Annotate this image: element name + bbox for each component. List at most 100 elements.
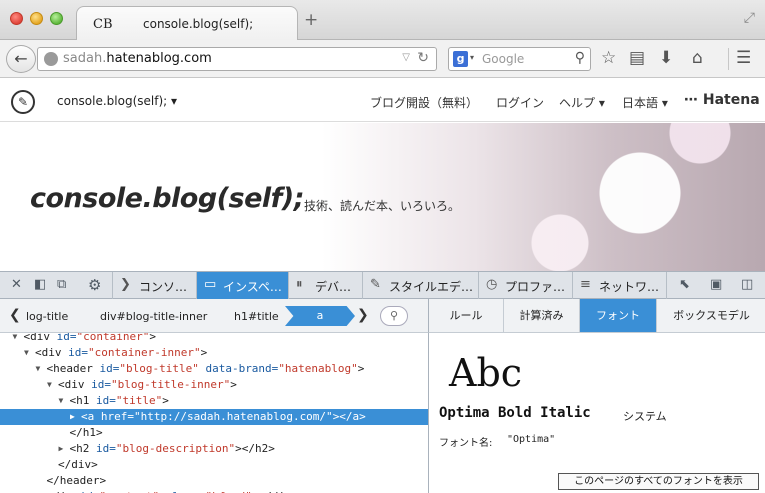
tab-debugger[interactable]: ⏸ デバ… (288, 272, 362, 299)
tree-row[interactable]: </div> (0, 457, 428, 473)
tree-row[interactable]: </h1> (0, 425, 428, 441)
hatena-header: ✎ console.blog(self); ▾ ブログ開設（無料） ログイン ヘ… (0, 79, 765, 122)
zoom-window-button[interactable] (50, 12, 63, 25)
tab-network[interactable]: ≡ ネットワ… (572, 272, 666, 299)
scratchpad-icon[interactable]: ◫ (741, 277, 753, 292)
menu-open-blog[interactable]: ブログ開設（無料） (370, 94, 478, 111)
back-arrow-icon: ← (14, 49, 28, 68)
markup-token: id= (68, 346, 88, 359)
tree-row[interactable]: ▼ <div id="container-inner"> (0, 345, 428, 361)
markup-token: "title" (115, 394, 163, 407)
browser-tab[interactable]: CB console.blog(self); (76, 6, 298, 41)
tree-row[interactable]: ▼ <div id="blog-title-inner"> (0, 377, 428, 393)
markup-token: <div (23, 333, 57, 343)
markup-token: <div (35, 346, 69, 359)
expand-toggle-icon[interactable]: ▼ (36, 361, 41, 377)
tree-node-markup: <a href="http://sadah.hatenablog.com/"><… (81, 409, 366, 425)
markup-token: > (149, 333, 156, 343)
breadcrumb: ❮ log-title div#blog-title-inner h1#titl… (0, 299, 428, 333)
bookmarks-list-icon[interactable]: ▤ (629, 49, 645, 67)
downloads-icon[interactable]: ⬇ (659, 49, 673, 67)
breadcrumb-item[interactable]: log-title (26, 310, 68, 323)
search-icon[interactable]: ⚲ (575, 50, 585, 66)
expand-toggle-icon[interactable]: ▶ (36, 489, 41, 493)
reload-icon[interactable]: ↻ (417, 50, 429, 66)
search-bar[interactable]: g ▾ Google ⚲ (448, 47, 591, 71)
breadcrumb-item-active[interactable]: a (285, 306, 355, 326)
markup-token: <header (46, 362, 100, 375)
tree-row-selected[interactable]: ▶ <a href="http://sadah.hatenablog.com/">… (0, 409, 428, 425)
markup-token: <h1 (69, 394, 96, 407)
breadcrumb-item[interactable]: div#blog-title-inner (100, 310, 207, 323)
markup-token: <h2 (69, 442, 96, 455)
home-icon[interactable]: ⌂ (692, 49, 703, 67)
expand-toggle-icon[interactable]: ▶ (59, 441, 64, 457)
tab-console[interactable]: ❯ コンソ… (112, 272, 196, 299)
tab-favicon: CB (93, 17, 113, 32)
tree-row[interactable]: ▼ <div id="container"> (0, 333, 428, 345)
markup-token: href= (100, 410, 134, 423)
breadcrumb-item[interactable]: h1#title (234, 310, 279, 323)
blog-name-menu[interactable]: console.blog(self); ▾ (57, 94, 177, 108)
tree-row[interactable]: ▼ <h1 id="title"> (0, 393, 428, 409)
markup-token: id= (91, 378, 111, 391)
separate-window-icon[interactable]: ⧉ (57, 277, 66, 292)
dock-side-icon[interactable]: ◧ (34, 277, 46, 292)
fonts-panel: Abc Optima Bold Italic システム フォント名: "Opti… (428, 333, 765, 493)
menu-help[interactable]: ヘルプ ▾ (559, 94, 605, 111)
breadcrumb-right-arrow-icon[interactable]: ❯ (357, 307, 369, 323)
breadcrumb-left-arrow-icon[interactable]: ❮ (9, 307, 21, 323)
responsive-mode-icon[interactable]: ▣ (710, 277, 722, 292)
tab-style-editor[interactable]: ✎ スタイルエデ… (362, 272, 478, 299)
markup-token: id= (96, 442, 116, 455)
tab-computed[interactable]: 計算済み (504, 299, 580, 332)
expand-toggle-icon[interactable]: ▼ (59, 393, 64, 409)
menu-icon[interactable]: ☰ (736, 49, 751, 67)
expand-toggle-icon[interactable]: ▼ (47, 377, 52, 393)
markup-token: </h1> (69, 426, 103, 439)
hatena-logo[interactable]: ⋯ Hatena (684, 92, 760, 108)
close-window-button[interactable] (10, 12, 23, 25)
fullscreen-icon[interactable]: ⤢ (744, 10, 755, 26)
back-button[interactable]: ← (6, 45, 36, 73)
search-icon[interactable]: ⚲ (380, 306, 408, 326)
markup-token: "hatenablog" (278, 362, 358, 375)
show-all-fonts-button[interactable]: このページのすべてのフォントを表示 (558, 473, 759, 490)
tab-profiler[interactable]: ◷ プロファ… (478, 272, 572, 299)
tab-inspector[interactable]: ▭ インスペ… (196, 272, 288, 299)
history-dropdown-icon[interactable]: ▽ (402, 52, 410, 63)
expand-toggle-icon[interactable]: ▶ (70, 409, 75, 425)
tree-row[interactable]: </header> (0, 473, 428, 489)
menu-language[interactable]: 日本語 ▾ (622, 94, 668, 111)
hatena-pen-icon[interactable]: ✎ (11, 90, 35, 114)
menu-login[interactable]: ログイン (496, 94, 544, 111)
search-placeholder: Google (482, 52, 525, 66)
console-icon: ❯ (120, 277, 131, 292)
minimize-window-button[interactable] (30, 12, 43, 25)
markup-token: > (162, 394, 169, 407)
font-family-value: "Optima" (507, 434, 556, 445)
pick-element-icon[interactable]: ⬉ (679, 277, 690, 292)
bookmark-star-icon[interactable]: ☆ (601, 49, 616, 67)
markup-tree: ▼ <div id="container"> ▼ <div id="container… (0, 333, 428, 493)
markup-token: "blog-title" (119, 362, 206, 375)
tree-row[interactable]: ▼ <header id="blog-title" data-brand="hat… (0, 361, 428, 377)
expand-toggle-icon[interactable]: ▼ (24, 345, 29, 361)
tab-rules[interactable]: ルール (429, 299, 504, 332)
google-icon[interactable]: g (453, 51, 468, 67)
url-bar[interactable]: sadah.hatenablog.com ▽ ↻ (37, 47, 437, 71)
tree-node-markup: <div id="container"> (24, 333, 156, 345)
devtools-tool-buttons: ⬉ ▣ ◫ (666, 272, 765, 299)
tab-box-model[interactable]: ボックスモデル (657, 299, 765, 332)
close-devtools-icon[interactable]: ✕ (11, 277, 22, 292)
new-tab-button[interactable]: + (304, 12, 318, 29)
search-engine-dropdown-icon[interactable]: ▾ (470, 53, 474, 62)
blog-title[interactable]: console.blog(self); (30, 183, 305, 214)
markup-token: id= (99, 362, 120, 375)
settings-gear-icon[interactable]: ⚙ (88, 276, 101, 294)
expand-toggle-icon[interactable]: ▼ (13, 333, 18, 345)
tree-row[interactable]: ▶ <div id="content" class="hfeed"></div> (0, 489, 428, 493)
font-preview: Abc (449, 351, 523, 395)
tab-fonts[interactable]: フォント (580, 299, 657, 332)
tree-row[interactable]: ▶ <h2 id="blog-description"></h2> (0, 441, 428, 457)
